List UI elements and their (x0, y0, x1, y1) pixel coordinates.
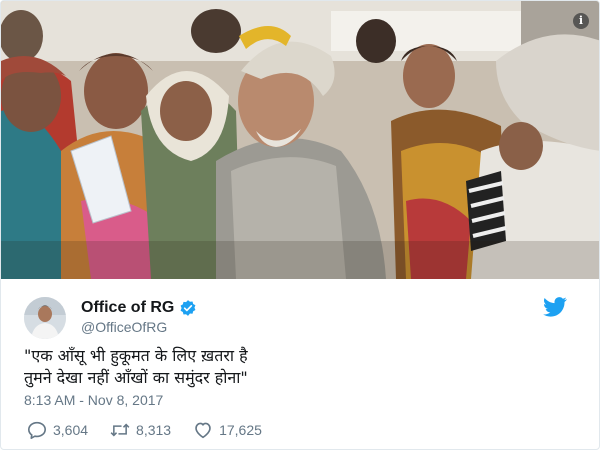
reply-count: 3,604 (53, 422, 89, 438)
tweet-text-line: तुमने देखा नहीं आँखों का समुंदर होना" (24, 368, 248, 387)
user-handle[interactable]: @OfficeOfRG (81, 319, 167, 335)
retweet-icon (110, 423, 130, 437)
avatar-image (24, 297, 66, 339)
like-count: 17,625 (219, 422, 262, 438)
author-row: Office of RG (81, 297, 197, 319)
tweet-actions: 3,604 8,313 17,625 (27, 421, 284, 439)
reply-icon (28, 421, 46, 439)
twitter-bird-icon[interactable] (543, 297, 567, 317)
info-icon[interactable]: i (573, 13, 589, 29)
tweet-timestamp[interactable]: 8:13 AM - Nov 8, 2017 (24, 392, 163, 408)
reply-button[interactable]: 3,604 (27, 421, 88, 439)
tweet-card: i Office of RG @OfficeOfRG "एक आँसू भी ह… (0, 0, 600, 450)
like-icon (195, 422, 211, 439)
tweet-body: Office of RG @OfficeOfRG "एक आँसू भी हुक… (1, 279, 599, 449)
verified-icon (180, 300, 196, 316)
like-button[interactable]: 17,625 (193, 421, 262, 439)
tweet-photo[interactable]: i (1, 1, 599, 279)
queue-photo-illustration (1, 1, 599, 279)
tweet-text-line: "एक आँसू भी हुकूमत के लिए ख़तरा है (24, 346, 248, 365)
retweet-button[interactable]: 8,313 (110, 421, 171, 439)
tweet-text: "एक आँसू भी हुकूमत के लिए ख़तरा है तुमने… (24, 345, 564, 389)
avatar[interactable] (24, 297, 66, 339)
retweet-count: 8,313 (136, 422, 172, 438)
display-name[interactable]: Office of RG (81, 299, 174, 317)
